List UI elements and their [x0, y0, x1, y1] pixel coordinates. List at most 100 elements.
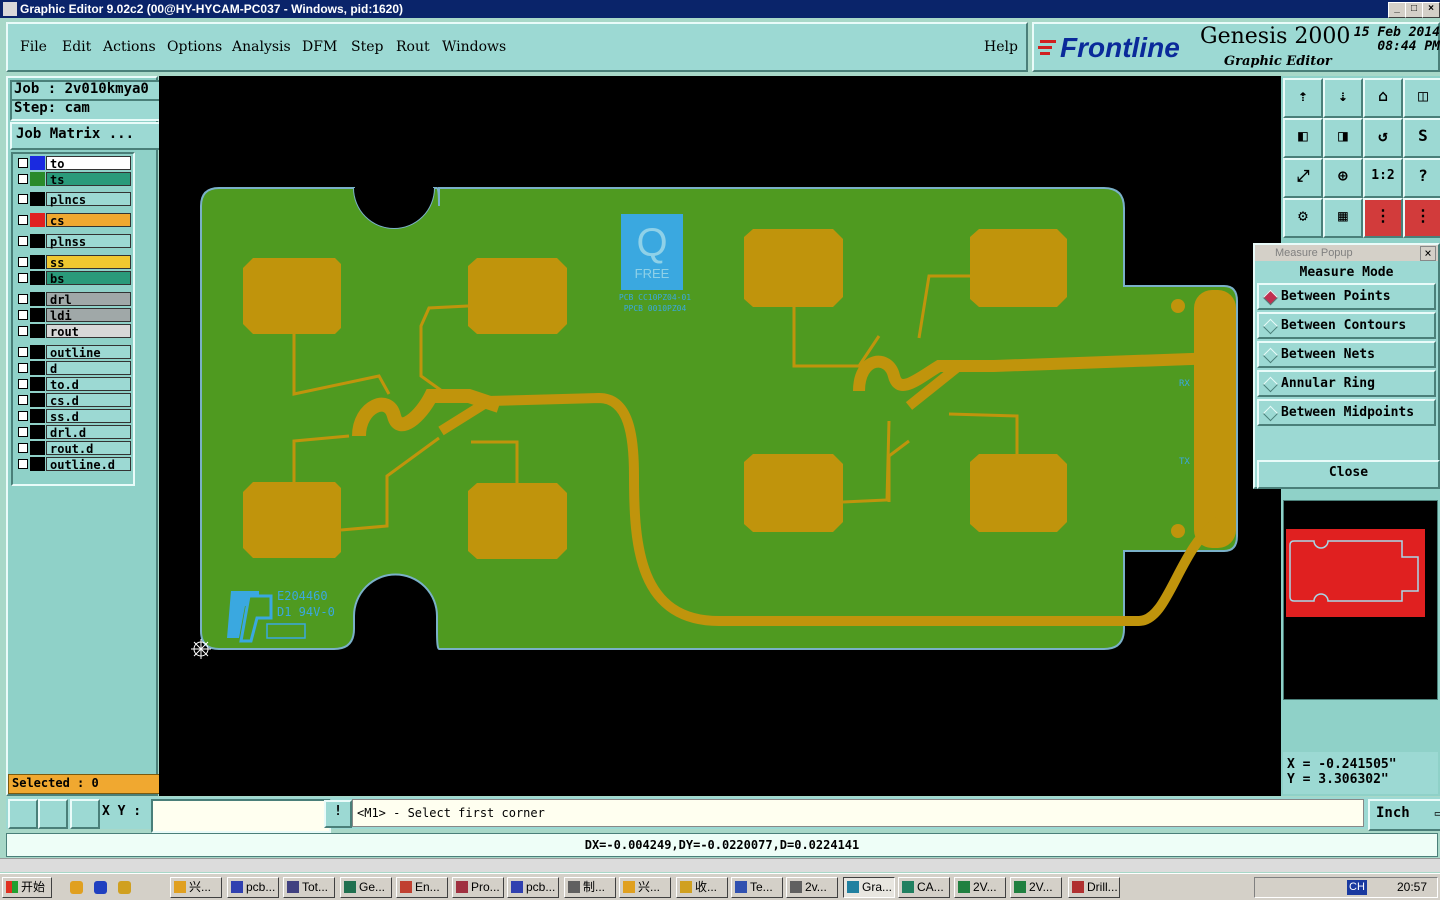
angle-icon[interactable]: [38, 799, 68, 829]
layer-checkbox[interactable]: [18, 443, 28, 453]
graphic-canvas[interactable]: Q FREE PCB CC10PZ04-01 PPCB 0010PZ04 E20…: [159, 76, 1281, 796]
layer-row-2[interactable]: plncs: [15, 192, 131, 207]
layer-row-16[interactable]: rout.d: [15, 441, 131, 456]
redraw-icon[interactable]: S: [1403, 118, 1440, 158]
menu-help[interactable]: Help: [984, 39, 1018, 55]
tools-icon[interactable]: ⚙: [1283, 198, 1323, 238]
layer-color-swatch[interactable]: [30, 271, 45, 285]
radio-diamond-icon[interactable]: [1262, 289, 1279, 306]
grid-icon[interactable]: ▦: [1323, 198, 1363, 238]
taskbar-item-1[interactable]: pcb...: [227, 877, 279, 898]
split-view-icon[interactable]: ◫: [1403, 78, 1440, 118]
taskbar-item-15[interactable]: 2V...: [1010, 877, 1062, 898]
layer-row-10[interactable]: outline: [15, 345, 131, 360]
unit-selector[interactable]: Inch ▭: [1368, 799, 1440, 831]
zoom-ratio-button[interactable]: 1:2: [1363, 158, 1403, 198]
close-button[interactable]: Close: [1257, 460, 1440, 489]
taskbar-item-8[interactable]: 兴...: [619, 877, 671, 898]
xy-input[interactable]: [151, 799, 331, 833]
taskbar-item-7[interactable]: 制...: [564, 877, 616, 898]
taskbar-item-3[interactable]: Ge...: [340, 877, 392, 898]
layer-color-swatch[interactable]: [30, 172, 45, 186]
taskbar-item-13[interactable]: CA...: [898, 877, 950, 898]
taskbar-item-12[interactable]: Gra...: [843, 877, 895, 898]
taskbar-item-5[interactable]: Pro...: [452, 877, 504, 898]
layer-color-swatch[interactable]: [30, 308, 45, 322]
layer-row-15[interactable]: drl.d: [15, 425, 131, 440]
layer-row-5[interactable]: ss: [15, 255, 131, 270]
measure-option-0[interactable]: Between Points: [1257, 283, 1436, 310]
layer-checkbox[interactable]: [18, 174, 28, 184]
taskbar-item-4[interactable]: En...: [396, 877, 448, 898]
grid-snap-icon[interactable]: [70, 799, 100, 829]
taskbar-item-9[interactable]: 收...: [676, 877, 728, 898]
layer-checkbox[interactable]: [18, 158, 28, 168]
menu-rout[interactable]: Rout: [396, 39, 430, 55]
layer-checkbox[interactable]: [18, 379, 28, 389]
layer-row-3[interactable]: cs: [15, 213, 131, 228]
quick-launch-icon[interactable]: [118, 881, 131, 894]
layer-checkbox[interactable]: [18, 215, 28, 225]
layer-color-swatch[interactable]: [30, 324, 45, 338]
radio-diamond-icon[interactable]: [1262, 347, 1279, 364]
layer-checkbox[interactable]: [18, 459, 28, 469]
taskbar-item-16[interactable]: Drill...: [1068, 877, 1120, 898]
taskbar-item-14[interactable]: 2V...: [954, 877, 1006, 898]
pan-right-icon[interactable]: ◨: [1323, 118, 1363, 158]
layer-color-swatch[interactable]: [30, 361, 45, 375]
menu-actions[interactable]: Actions: [103, 39, 156, 55]
layer-row-14[interactable]: ss.d: [15, 409, 131, 424]
layer-color-swatch[interactable]: [30, 292, 45, 306]
layer-row-17[interactable]: outline.d: [15, 457, 131, 472]
taskbar-item-6[interactable]: pcb...: [507, 877, 559, 898]
close-window-button[interactable]: ×: [1422, 2, 1440, 18]
zoom-page-down-icon[interactable]: ⇣: [1323, 78, 1363, 118]
radio-diamond-icon[interactable]: [1262, 405, 1279, 422]
help-icon[interactable]: ?: [1403, 158, 1440, 198]
snap-corner-icon[interactable]: [8, 799, 38, 829]
job-matrix-button[interactable]: Job Matrix ...: [10, 122, 162, 150]
measure-option-4[interactable]: Between Midpoints: [1257, 399, 1436, 426]
zoom-page-up-icon[interactable]: ⇡: [1283, 78, 1323, 118]
taskbar-item-0[interactable]: 兴...: [170, 877, 222, 898]
layer-color-swatch[interactable]: [30, 441, 45, 455]
layer-row-4[interactable]: plnss: [15, 234, 131, 249]
layer-color-swatch[interactable]: [30, 393, 45, 407]
taskbar-item-10[interactable]: Te...: [731, 877, 783, 898]
popup-titlebar[interactable]: Measure Popup: [1255, 245, 1438, 261]
menu-options[interactable]: Options: [167, 39, 222, 55]
layer-color-swatch[interactable]: [30, 409, 45, 423]
zoom-center-icon[interactable]: ⊕: [1323, 158, 1363, 198]
radio-diamond-icon[interactable]: [1262, 318, 1279, 335]
menu-dfm[interactable]: DFM: [302, 39, 337, 55]
layer-row-11[interactable]: d: [15, 361, 131, 376]
layer-row-8[interactable]: ldi: [15, 308, 131, 323]
layer-color-swatch[interactable]: [30, 213, 45, 227]
layer-row-1[interactable]: ts: [15, 172, 131, 187]
measure-option-1[interactable]: Between Contours: [1257, 312, 1436, 339]
snap-alt-icon[interactable]: ⋮: [1403, 198, 1440, 238]
taskbar-item-2[interactable]: Tot...: [283, 877, 335, 898]
layer-row-12[interactable]: to.d: [15, 377, 131, 392]
layer-checkbox[interactable]: [18, 347, 28, 357]
layer-color-swatch[interactable]: [30, 192, 45, 206]
layer-row-6[interactable]: bs: [15, 271, 131, 286]
layer-checkbox[interactable]: [18, 411, 28, 421]
layer-row-0[interactable]: to: [15, 156, 131, 171]
measure-option-2[interactable]: Between Nets: [1257, 341, 1436, 368]
layer-color-swatch[interactable]: [30, 156, 45, 170]
maximize-button[interactable]: □: [1405, 2, 1423, 18]
layer-color-swatch[interactable]: [30, 425, 45, 439]
layer-checkbox[interactable]: [18, 363, 28, 373]
snap-icon[interactable]: ⋮: [1363, 198, 1403, 238]
minimize-button[interactable]: _: [1388, 2, 1406, 18]
popup-close-icon[interactable]: ×: [1420, 246, 1436, 261]
quick-launch-icon[interactable]: [94, 881, 107, 894]
overview-map[interactable]: [1283, 500, 1438, 700]
layer-checkbox[interactable]: [18, 294, 28, 304]
pan-left-icon[interactable]: ◧: [1283, 118, 1323, 158]
menu-windows[interactable]: Windows: [442, 39, 506, 55]
layer-checkbox[interactable]: [18, 326, 28, 336]
layer-checkbox[interactable]: [18, 310, 28, 320]
layer-color-swatch[interactable]: [30, 345, 45, 359]
